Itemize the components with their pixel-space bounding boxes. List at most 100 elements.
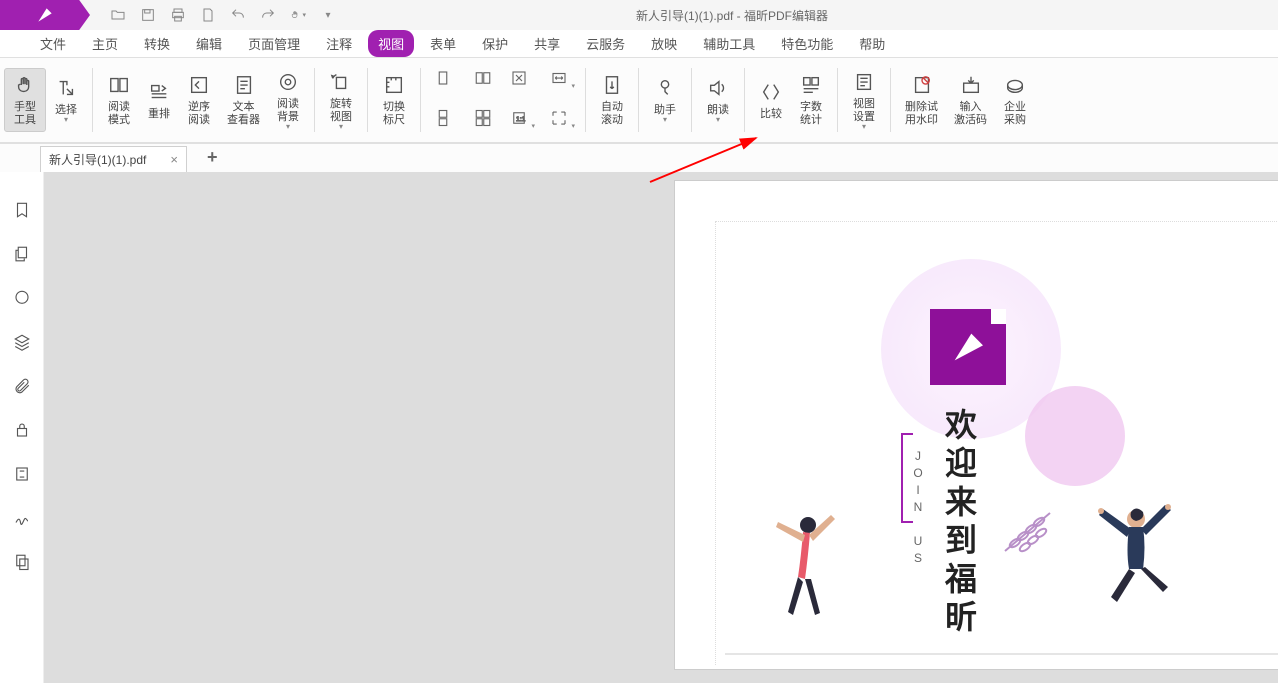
attachments-panel-icon[interactable] [12, 376, 32, 396]
horizontal-divider [725, 653, 1278, 655]
print-icon[interactable] [170, 7, 186, 23]
select-button[interactable]: 选择 ▾ [46, 72, 86, 128]
ribbon: 手型 工具 选择 ▾ 阅读 模式 重排 逆序 阅读 文本 查看器 阅读 背景 ▾ [0, 58, 1278, 144]
page-icon[interactable] [200, 7, 216, 23]
menu-form[interactable]: 表单 [420, 30, 466, 57]
welcome-headline: 欢 迎 来 到 福 昕 [945, 406, 977, 636]
window-title: 新人引导(1)(1).pdf - 福昕PDF编辑器 [336, 7, 1278, 24]
read-aloud-button[interactable]: 朗读 ▾ [698, 72, 738, 128]
close-tab-icon[interactable]: × [170, 152, 178, 167]
book-icon [107, 73, 131, 97]
decorative-circle-medium [1025, 386, 1125, 486]
menu-share[interactable]: 共享 [524, 30, 570, 57]
undo-icon[interactable] [230, 7, 246, 23]
leaf-decoration [995, 501, 1065, 564]
menu-home[interactable]: 主页 [82, 30, 128, 57]
save-icon[interactable] [140, 7, 156, 23]
read-mode-button[interactable]: 阅读 模式 [99, 69, 139, 131]
menu-help[interactable]: 帮助 [849, 30, 895, 57]
read-bg-button[interactable]: 阅读 背景 ▾ [268, 66, 308, 135]
hand-dropdown-icon[interactable]: ▾ [290, 7, 306, 23]
compare-button[interactable]: 比较 [751, 76, 791, 125]
zoom-small-buttons: ▾ 1:1▾ ▾ [503, 60, 579, 140]
continuous-icon[interactable] [433, 108, 453, 128]
qat-more-icon[interactable]: ▾ [320, 7, 336, 23]
bookmark-panel-icon[interactable] [12, 200, 32, 220]
enterprise-button[interactable]: 企业 采购 [995, 69, 1035, 131]
compare-icon [759, 80, 783, 104]
remove-watermark-button[interactable]: 删除试 用水印 [897, 69, 946, 131]
menubar: 文件 主页 转换 编辑 页面管理 注释 视图 表单 保护 共享 云服务 放映 辅… [0, 30, 1278, 58]
foxit-logo [930, 309, 1006, 385]
menu-page-manage[interactable]: 页面管理 [238, 30, 310, 57]
pages-panel-icon[interactable] [12, 244, 32, 264]
zoom-actual-icon[interactable]: 1:1▾ [509, 108, 529, 128]
text-page-icon [232, 73, 256, 97]
reverse-icon [187, 73, 211, 97]
menu-annotate[interactable]: 注释 [316, 30, 362, 57]
assistant-button[interactable]: 助手 ▾ [645, 72, 685, 128]
rotate-view-button[interactable]: 旋转 视图 ▾ [321, 66, 361, 135]
joinus-text: JOIN US [911, 449, 925, 568]
menu-convert[interactable]: 转换 [134, 30, 180, 57]
quick-access-toolbar: ▾ ▾ [90, 7, 336, 23]
fit-width-icon[interactable]: ▾ [549, 68, 569, 88]
fit-visible-icon[interactable]: ▾ [549, 108, 569, 128]
single-page-icon[interactable] [433, 68, 453, 88]
remove-watermark-icon [910, 73, 934, 97]
toggle-ruler-button[interactable]: 切换 标尺 [374, 69, 414, 131]
signature-panel-icon[interactable] [12, 508, 32, 528]
menu-cloud[interactable]: 云服务 [576, 30, 635, 57]
side-panel [0, 172, 44, 683]
speaker-icon [706, 76, 730, 100]
new-tab-button[interactable]: + [207, 147, 218, 172]
svg-text:1:1: 1:1 [516, 116, 526, 123]
enter-code-button[interactable]: 输入 激活码 [946, 69, 995, 131]
pdf-page: JOIN US 欢 迎 来 到 福 昕 [674, 180, 1278, 670]
illustration-person-right [1091, 497, 1181, 630]
security-panel-icon[interactable] [12, 420, 32, 440]
fields-panel-icon[interactable] [12, 464, 32, 484]
menu-view[interactable]: 视图 [368, 30, 414, 57]
two-page-icon[interactable] [473, 68, 493, 88]
comments-panel-icon[interactable] [12, 288, 32, 308]
menu-edit[interactable]: 编辑 [186, 30, 232, 57]
settings-panel-icon [852, 70, 876, 94]
continuous-two-icon[interactable] [473, 108, 493, 128]
document-tabbar: 新人引导(1)(1).pdf × + [0, 144, 1278, 172]
titlebar: ▾ ▾ 新人引导(1)(1).pdf - 福昕PDF编辑器 [0, 0, 1278, 30]
bg-icon [276, 70, 300, 94]
document-tab[interactable]: 新人引导(1)(1).pdf × [40, 146, 187, 172]
document-tab-label: 新人引导(1)(1).pdf [49, 151, 146, 168]
fit-page-icon[interactable] [509, 68, 529, 88]
hand-tool-button[interactable]: 手型 工具 [4, 68, 46, 132]
app-logo [0, 0, 90, 30]
reflow-icon [147, 80, 171, 104]
layout-small-buttons [427, 60, 503, 140]
view-settings-button[interactable]: 视图 设置 ▾ [844, 66, 884, 135]
reverse-read-button[interactable]: 逆序 阅读 [179, 69, 219, 131]
redo-icon[interactable] [260, 7, 276, 23]
menu-file[interactable]: 文件 [30, 30, 76, 57]
word-count-button[interactable]: 字数 统计 [791, 69, 831, 131]
document-viewport[interactable]: JOIN US 欢 迎 来 到 福 昕 [44, 172, 1278, 683]
auto-scroll-button[interactable]: 自动 滚动 [592, 69, 632, 131]
open-icon[interactable] [110, 7, 126, 23]
text-viewer-button[interactable]: 文本 查看器 [219, 69, 268, 131]
clipboard-panel-icon[interactable] [12, 552, 32, 572]
rotate-icon [329, 70, 353, 94]
menu-features[interactable]: 特色功能 [771, 30, 843, 57]
layers-panel-icon[interactable] [12, 332, 32, 352]
menu-accessibility[interactable]: 辅助工具 [693, 30, 765, 57]
illustration-person-left [763, 507, 843, 630]
wordcount-icon [799, 73, 823, 97]
autoscroll-icon [600, 73, 624, 97]
menu-present[interactable]: 放映 [641, 30, 687, 57]
menu-protect[interactable]: 保护 [472, 30, 518, 57]
cursor-text-icon [54, 76, 78, 100]
content-area: JOIN US 欢 迎 来 到 福 昕 [0, 172, 1278, 683]
enterprise-icon [1003, 73, 1027, 97]
key-download-icon [959, 73, 983, 97]
reflow-button[interactable]: 重排 [139, 76, 179, 125]
assistant-icon [653, 76, 677, 100]
